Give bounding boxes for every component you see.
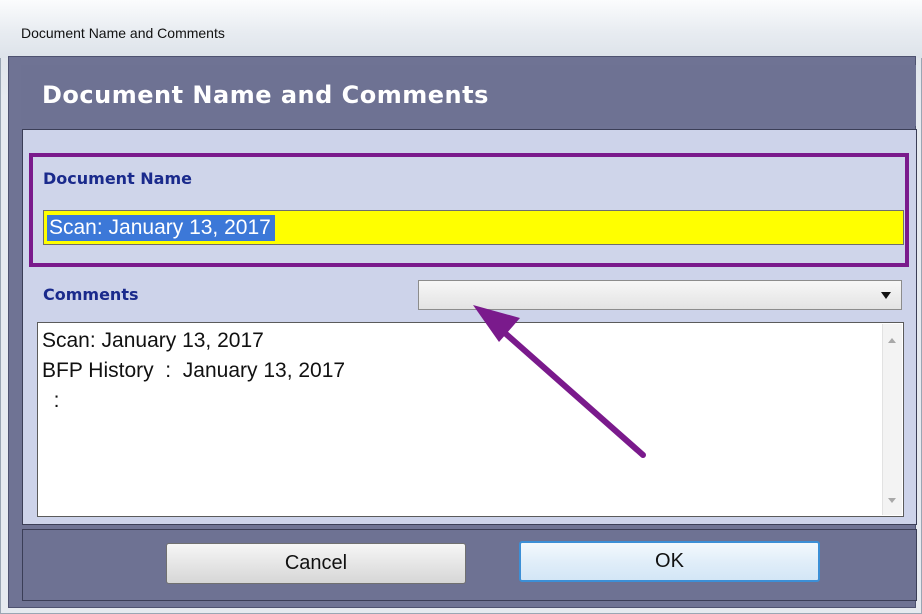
comment-line: :: [42, 389, 60, 412]
window-title: Document Name and Comments: [21, 25, 225, 41]
dialog-header: Document Name and Comments: [21, 65, 916, 126]
document-name-input[interactable]: Scan: January 13, 2017: [43, 210, 904, 245]
comment-line: Scan: January 13, 2017: [42, 329, 264, 352]
comment-line: BFP History : January 13, 2017: [42, 359, 346, 382]
dropdown-arrow-icon[interactable]: [881, 292, 891, 299]
scroll-down-arrow-icon[interactable]: [888, 498, 896, 503]
ok-button[interactable]: OK: [519, 541, 820, 582]
comments-label: Comments: [43, 285, 139, 304]
document-name-value: Scan: January 13, 2017: [47, 215, 275, 241]
document-name-label: Document Name: [43, 169, 192, 188]
dialog-window: Document Name and Comments Document Name…: [0, 0, 922, 614]
comments-dropdown[interactable]: [418, 280, 902, 310]
comments-textarea[interactable]: Scan: January 13, 2017 BFP History : Jan…: [37, 322, 904, 517]
comments-scrollbar[interactable]: [882, 324, 902, 515]
title-bar[interactable]: Document Name and Comments: [0, 0, 922, 58]
cancel-button[interactable]: Cancel: [166, 543, 466, 584]
scroll-up-arrow-icon[interactable]: [888, 338, 896, 343]
header-title: Document Name and Comments: [42, 81, 489, 109]
